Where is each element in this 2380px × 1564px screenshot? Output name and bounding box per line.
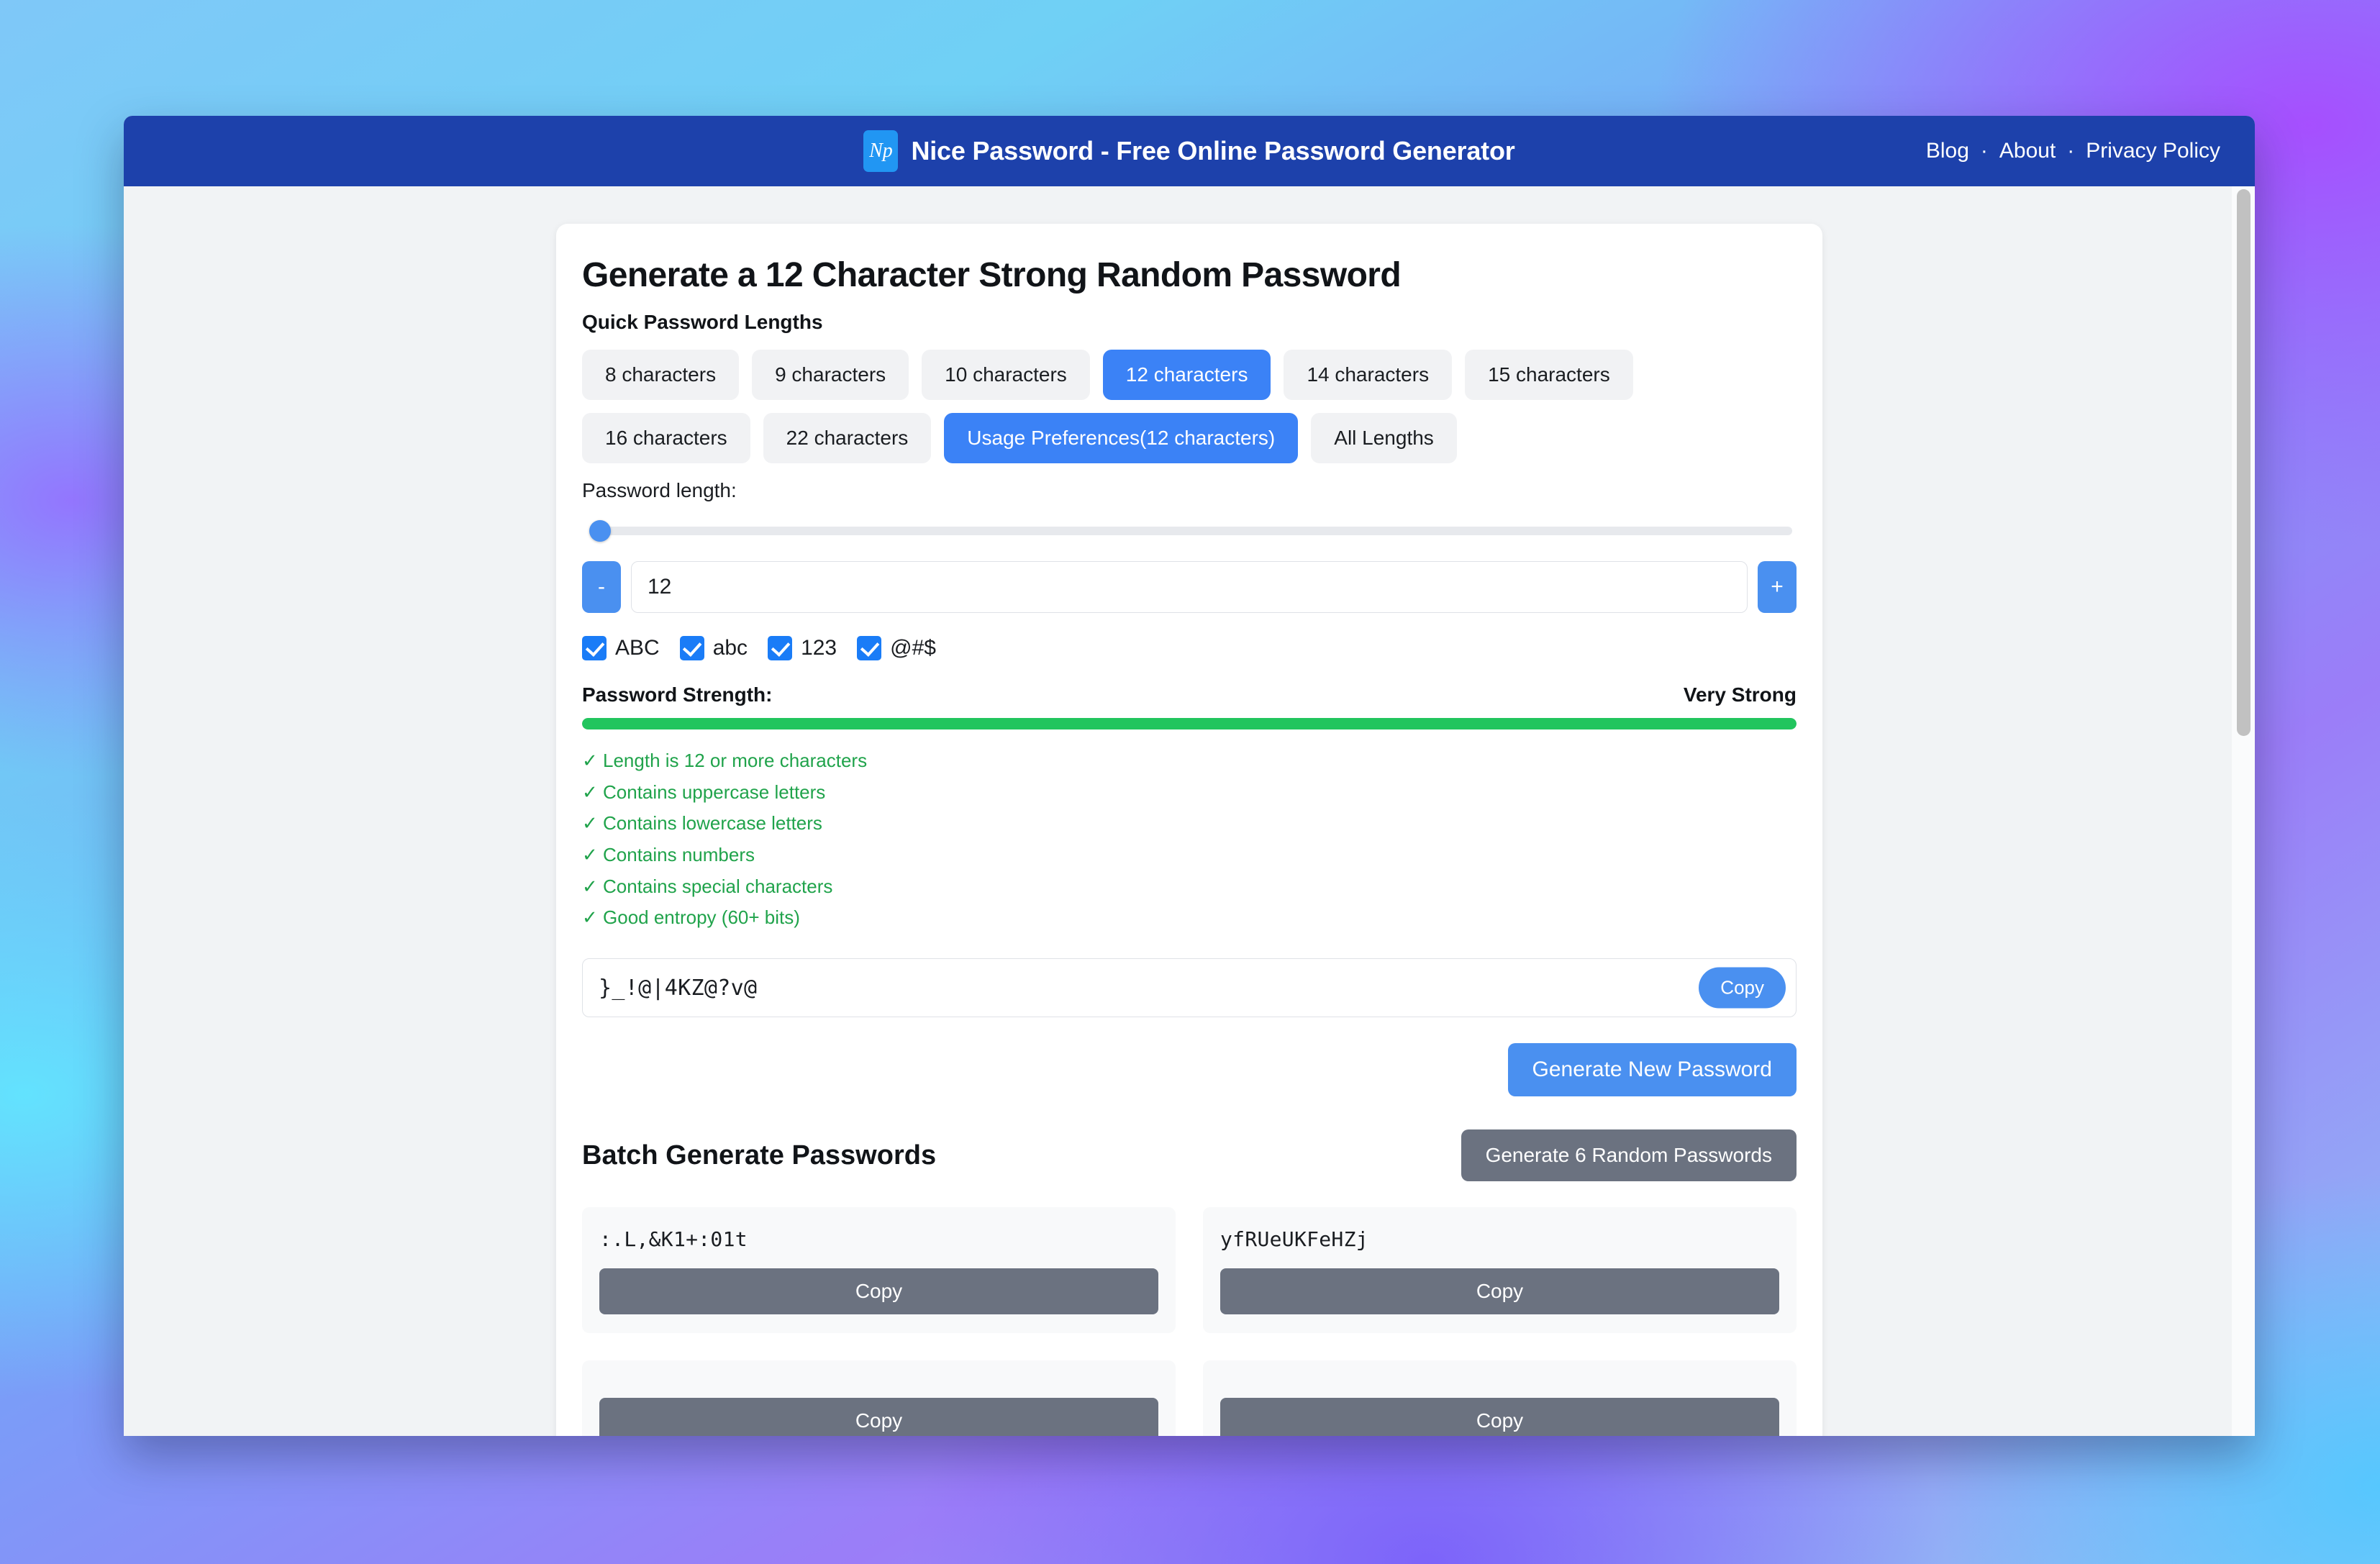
batch-copy-button[interactable]: Copy bbox=[599, 1268, 1158, 1315]
generate-batch-button[interactable]: Generate 6 Random Passwords bbox=[1461, 1129, 1797, 1182]
strength-bar-fill bbox=[582, 718, 1797, 729]
quick-lengths-label: Quick Password Lengths bbox=[582, 311, 823, 333]
checkbox-lowercase[interactable] bbox=[679, 636, 704, 660]
strength-label: Password Strength: bbox=[582, 683, 773, 706]
all-lengths-chip[interactable]: All Lengths bbox=[1311, 413, 1457, 463]
criterion-uppercase: ✓ Contains uppercase letters bbox=[582, 781, 826, 803]
slider-track[interactable] bbox=[592, 527, 1792, 535]
length-chip-16[interactable]: 16 characters bbox=[582, 413, 750, 463]
slider-thumb[interactable] bbox=[589, 520, 611, 542]
criterion-special: ✓ Contains special characters bbox=[582, 875, 833, 897]
checkbox-numbers[interactable] bbox=[768, 636, 793, 660]
criterion-numbers: ✓ Contains numbers bbox=[582, 844, 755, 866]
batch-password-card: yfRUeUKFeHZj Copy bbox=[1203, 1207, 1797, 1334]
page-title: Generate a 12 Character Strong Random Pa… bbox=[582, 256, 1402, 294]
page-body: Generate a 12 Character Strong Random Pa… bbox=[124, 186, 2255, 1436]
checkbox-label-uppercase: ABC bbox=[615, 636, 660, 660]
nav-link-about[interactable]: About bbox=[1998, 139, 2057, 163]
criterion-entropy: ✓ Good entropy (60+ bits) bbox=[582, 906, 800, 929]
usage-preferences-chip[interactable]: Usage Preferences(12 characters) bbox=[944, 413, 1299, 463]
checkbox-symbols[interactable] bbox=[857, 636, 882, 660]
nav-link-privacy-policy[interactable]: Privacy Policy bbox=[2084, 139, 2222, 163]
batch-password-text: :.L,&K1+:01t bbox=[599, 1227, 748, 1252]
nav-separator: · bbox=[2067, 139, 2075, 163]
length-stepper: - + bbox=[582, 561, 1797, 613]
length-chip-10[interactable]: 10 characters bbox=[922, 350, 1090, 400]
batch-password-card: Copy bbox=[582, 1360, 1176, 1436]
batch-copy-button[interactable]: Copy bbox=[1220, 1398, 1779, 1436]
charset-options: ABC abc 123 @#$ bbox=[582, 636, 1797, 660]
nav-link-blog[interactable]: Blog bbox=[1925, 139, 1971, 163]
checkbox-label-numbers: 123 bbox=[801, 636, 837, 660]
criteria-list: ✓ Length is 12 or more characters ✓ Cont… bbox=[582, 745, 1797, 934]
generator-card: Generate a 12 Character Strong Random Pa… bbox=[556, 224, 1822, 1436]
length-input[interactable] bbox=[631, 561, 1748, 613]
password-length-label: Password length: bbox=[582, 479, 737, 501]
length-chip-12[interactable]: 12 characters bbox=[1102, 350, 1271, 400]
length-chip-14[interactable]: 14 characters bbox=[1284, 350, 1453, 400]
password-length-slider[interactable] bbox=[582, 520, 1797, 542]
checkbox-label-lowercase: abc bbox=[712, 636, 748, 660]
nav-separator: · bbox=[1980, 139, 1988, 163]
length-chip-22[interactable]: 22 characters bbox=[763, 413, 932, 463]
copy-password-button[interactable]: Copy bbox=[1699, 967, 1786, 1009]
browser-window: Np Nice Password - Free Online Password … bbox=[124, 116, 2255, 1436]
site-header: Np Nice Password - Free Online Password … bbox=[124, 116, 2255, 186]
batch-password-text: yfRUeUKFeHZj bbox=[1220, 1227, 1368, 1252]
batch-grid: :.L,&K1+:01t Copy yfRUeUKFeHZj Copy Copy… bbox=[582, 1207, 1797, 1436]
password-output[interactable]: }_!@|4KZ@?v@ Copy bbox=[582, 958, 1797, 1018]
batch-copy-button[interactable]: Copy bbox=[599, 1398, 1158, 1436]
site-title: Nice Password - Free Online Password Gen… bbox=[911, 136, 1515, 165]
site-nav: Blog · About · Privacy Policy bbox=[1925, 139, 2229, 163]
page-scrollbar[interactable] bbox=[2232, 186, 2255, 1436]
increment-button[interactable]: + bbox=[1758, 561, 1797, 613]
strength-bar bbox=[582, 718, 1797, 729]
generate-row: Generate New Password bbox=[582, 1043, 1797, 1097]
length-chip-8[interactable]: 8 characters bbox=[582, 350, 740, 400]
quick-lengths-row-2: 16 characters 22 characters Usage Prefer… bbox=[582, 413, 1797, 463]
batch-password-card: Copy bbox=[1203, 1360, 1797, 1436]
batch-copy-button[interactable]: Copy bbox=[1220, 1268, 1779, 1315]
batch-password-card: :.L,&K1+:01t Copy bbox=[582, 1207, 1176, 1334]
batch-header: Batch Generate Passwords Generate 6 Rand… bbox=[582, 1129, 1797, 1182]
criterion-lowercase: ✓ Contains lowercase letters bbox=[582, 812, 822, 835]
generated-password-text: }_!@|4KZ@?v@ bbox=[599, 975, 758, 1001]
checkbox-label-symbols: @#$ bbox=[890, 636, 936, 660]
scrollbar-thumb[interactable] bbox=[2237, 189, 2250, 736]
logo-icon[interactable]: Np bbox=[863, 130, 899, 172]
length-chip-9[interactable]: 9 characters bbox=[752, 350, 909, 400]
criterion-length: ✓ Length is 12 or more characters bbox=[582, 750, 868, 771]
batch-title: Batch Generate Passwords bbox=[582, 1140, 937, 1170]
strength-value: Very Strong bbox=[1683, 683, 1797, 706]
strength-header: Password Strength: Very Strong bbox=[582, 683, 1797, 706]
decrement-button[interactable]: - bbox=[582, 561, 621, 613]
checkbox-uppercase[interactable] bbox=[582, 636, 607, 660]
length-chip-15[interactable]: 15 characters bbox=[1465, 350, 1633, 400]
generate-new-password-button[interactable]: Generate New Password bbox=[1507, 1043, 1797, 1097]
quick-lengths-row-1: 8 characters 9 characters 10 characters … bbox=[582, 350, 1797, 400]
